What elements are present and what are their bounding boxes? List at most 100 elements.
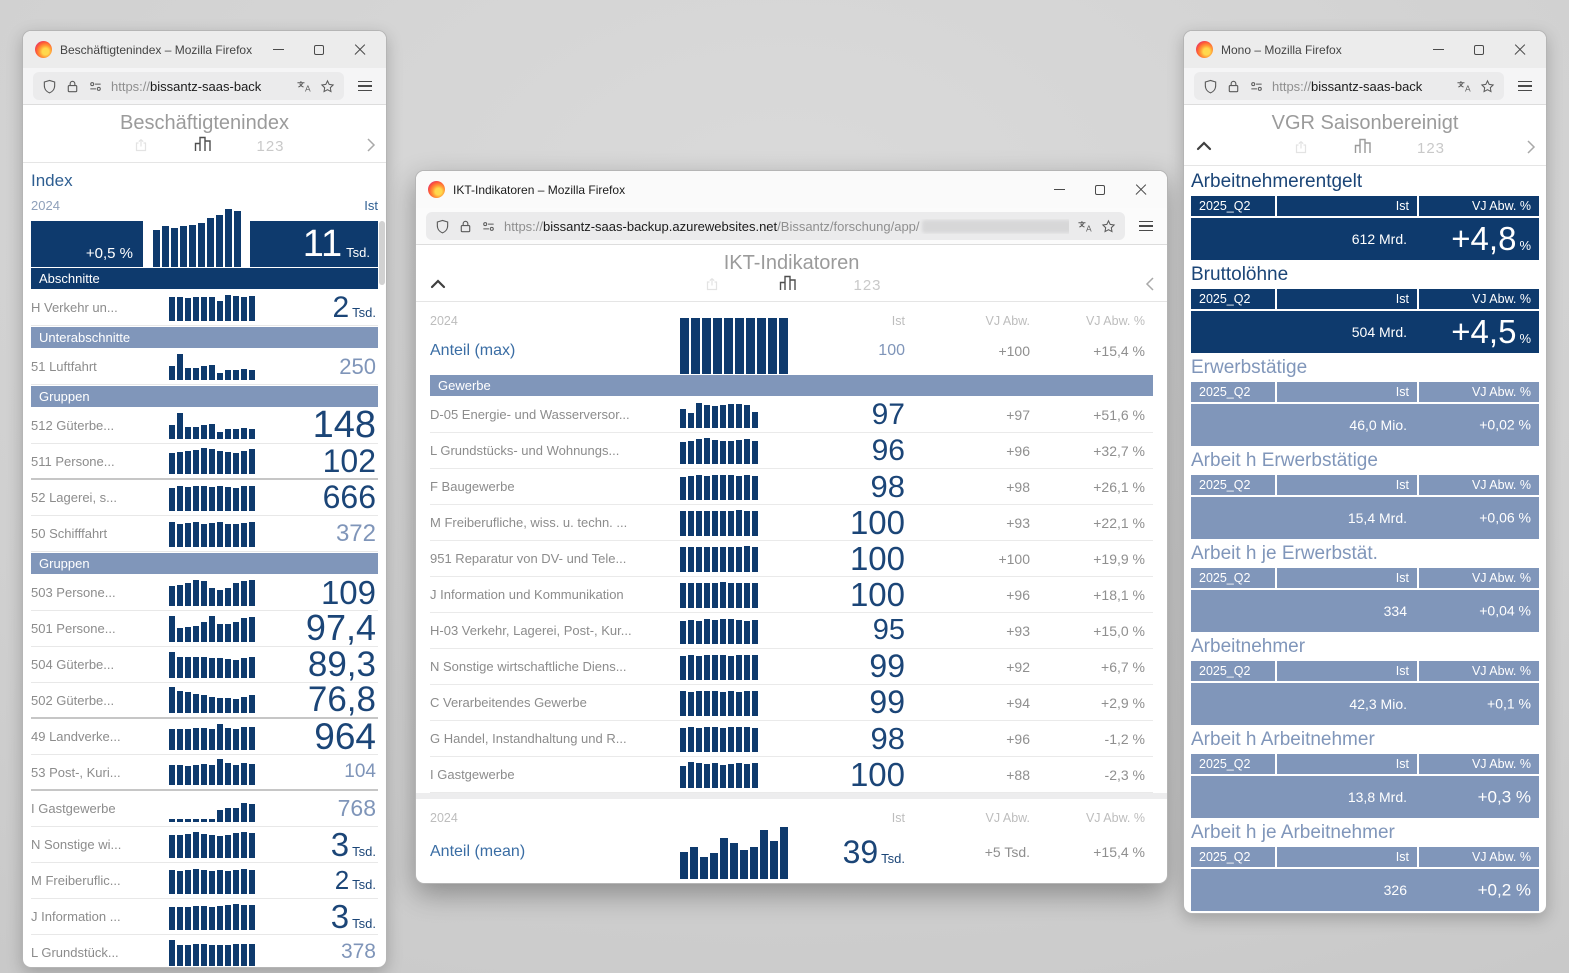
maximize-button[interactable] bbox=[1095, 185, 1105, 195]
kpi-header-band[interactable]: 2025_Q2IstVJ Abw. % bbox=[1191, 754, 1539, 774]
table-row[interactable]: 512 Güterbe...148 bbox=[31, 408, 378, 444]
table-row[interactable]: J Information ...3Tsd. bbox=[31, 899, 378, 935]
chart-view-icon[interactable] bbox=[193, 135, 213, 153]
kpi-header-band[interactable]: 2025_Q2IstVJ Abw. % bbox=[1191, 568, 1539, 588]
url-bar[interactable]: https://bissantz-saas-back A bbox=[33, 72, 344, 100]
table-row[interactable]: 503 Persone...109 bbox=[31, 575, 378, 611]
table-row[interactable]: 951 Reparatur von DV- und Tele...100+100… bbox=[430, 541, 1153, 577]
url-text[interactable]: https://bissantz-saas-backup.azurewebsit… bbox=[504, 219, 1069, 234]
table-row[interactable]: D-05 Energie- und Wasserversor...97+97+5… bbox=[430, 397, 1153, 433]
kpi-value-block[interactable]: 15,4 Mrd.+0,06 % bbox=[1191, 497, 1539, 539]
chevron-right-icon[interactable] bbox=[1526, 139, 1536, 155]
minimize-button[interactable] bbox=[273, 49, 284, 51]
url-text[interactable]: https://bissantz-saas-back bbox=[1272, 79, 1448, 94]
maximize-button[interactable] bbox=[1474, 45, 1484, 55]
url-bar[interactable]: https://bissantz-saas-backup.azurewebsit… bbox=[426, 212, 1125, 240]
table-row[interactable]: I Gastgewerbe100+88-2,3 % bbox=[430, 757, 1153, 793]
chart-view-icon[interactable] bbox=[778, 274, 798, 292]
permissions-icon[interactable] bbox=[88, 79, 103, 94]
translate-icon[interactable]: A bbox=[1077, 219, 1093, 234]
bookmark-star-icon[interactable] bbox=[1480, 79, 1495, 94]
minimize-button[interactable] bbox=[1054, 189, 1065, 191]
summary-row-mean[interactable]: Anteil (mean) 39Tsd. +5 Tsd. +15,4 % bbox=[430, 825, 1153, 879]
table-row[interactable]: 51 Luftfahrt250 bbox=[31, 349, 378, 385]
summary-row-max[interactable]: Anteil (max) 100 +100 +15,4 % bbox=[430, 328, 1153, 374]
kpi-header-band[interactable]: 2025_Q2IstVJ Abw. % bbox=[1191, 289, 1539, 309]
share-icon[interactable] bbox=[704, 276, 720, 292]
lock-icon[interactable] bbox=[1226, 79, 1241, 94]
section-band[interactable]: Unterabschnitte bbox=[31, 327, 378, 348]
menu-icon[interactable] bbox=[354, 77, 376, 96]
shield-icon[interactable] bbox=[1203, 79, 1218, 94]
kpi-header-band[interactable]: 2025_Q2IstVJ Abw. % bbox=[1191, 382, 1539, 402]
kpi-value-block[interactable]: 334+0,04 % bbox=[1191, 590, 1539, 632]
titlebar[interactable]: Mono – Mozilla Firefox bbox=[1184, 31, 1546, 68]
table-row[interactable]: L Grundstück...378 bbox=[31, 935, 378, 968]
minimize-button[interactable] bbox=[1433, 49, 1444, 51]
kpi-value-block[interactable]: 326+0,2 % bbox=[1191, 869, 1539, 911]
table-row[interactable]: M Freiberufliche, wiss. u. techn. ...100… bbox=[430, 505, 1153, 541]
table-row[interactable]: C Verarbeitendes Gewerbe99+94+2,9 % bbox=[430, 685, 1153, 721]
kpi-header-band[interactable]: 2025_Q2IstVJ Abw. % bbox=[1191, 847, 1539, 867]
table-row[interactable]: H Verkehr un...2Tsd. bbox=[31, 290, 378, 326]
kpi-value-block[interactable]: 13,8 Mrd.+0,3 % bbox=[1191, 776, 1539, 818]
bookmark-star-icon[interactable] bbox=[1101, 219, 1116, 234]
close-button[interactable] bbox=[354, 44, 366, 56]
table-row[interactable]: F Baugewerbe98+98+26,1 % bbox=[430, 469, 1153, 505]
table-row[interactable]: 53 Post-, Kuri...104 bbox=[31, 755, 378, 791]
close-button[interactable] bbox=[1135, 184, 1147, 196]
table-row[interactable]: 50 Schifffahrt372 bbox=[31, 516, 378, 552]
table-row[interactable]: I Gastgewerbe768 bbox=[31, 791, 378, 827]
kpi-value-block[interactable]: 46,0 Mio.+0,02 % bbox=[1191, 404, 1539, 446]
chevron-left-icon[interactable] bbox=[1145, 276, 1155, 292]
url-text[interactable]: https://bissantz-saas-back bbox=[111, 79, 288, 94]
share-icon[interactable] bbox=[133, 137, 149, 153]
lock-icon[interactable] bbox=[458, 219, 473, 234]
table-row[interactable]: J Information und Kommunikation100+96+18… bbox=[430, 577, 1153, 613]
section-band[interactable]: Abschnitte bbox=[31, 268, 378, 289]
numbers-view-icon[interactable]: 123 bbox=[1417, 140, 1445, 157]
table-row[interactable]: N Sonstige wirtschaftliche Diens...99+92… bbox=[430, 649, 1153, 685]
numbers-view-icon[interactable]: 123 bbox=[257, 138, 285, 155]
table-row[interactable]: H-03 Verkehr, Lagerei, Post-, Kur...95+9… bbox=[430, 613, 1153, 649]
table-row[interactable]: G Handel, Instandhaltung und R...98+96-1… bbox=[430, 721, 1153, 757]
menu-icon[interactable] bbox=[1514, 77, 1536, 96]
chart-view-icon[interactable] bbox=[1353, 137, 1373, 155]
kpi-header-band[interactable]: 2025_Q2IstVJ Abw. % bbox=[1191, 661, 1539, 681]
kpi-header-band[interactable]: 2025_Q2IstVJ Abw. % bbox=[1191, 196, 1539, 216]
permissions-icon[interactable] bbox=[1249, 79, 1264, 94]
chevron-up-icon[interactable] bbox=[1196, 141, 1212, 151]
scrollbar-thumb[interactable] bbox=[379, 221, 385, 285]
table-row[interactable]: L Grundstücks- und Wohnungs...96+96+32,7… bbox=[430, 433, 1153, 469]
table-row[interactable]: 502 Güterbe...76,8 bbox=[31, 683, 378, 719]
maximize-button[interactable] bbox=[314, 45, 324, 55]
bookmark-star-icon[interactable] bbox=[320, 79, 335, 94]
titlebar[interactable]: IKT-Indikatoren – Mozilla Firefox bbox=[416, 171, 1167, 208]
permissions-icon[interactable] bbox=[481, 219, 496, 234]
share-icon[interactable] bbox=[1293, 139, 1309, 155]
shield-icon[interactable] bbox=[435, 219, 450, 234]
table-row[interactable]: 49 Landverke...964 bbox=[31, 719, 378, 755]
shield-icon[interactable] bbox=[42, 79, 57, 94]
index-hero-row[interactable]: +0,5 % 11 Tsd. bbox=[31, 215, 378, 267]
table-row[interactable]: 52 Lagerei, s...666 bbox=[31, 480, 378, 516]
table-row[interactable]: M Freiberuflic...2Tsd. bbox=[31, 863, 378, 899]
translate-icon[interactable]: A bbox=[1456, 79, 1472, 94]
kpi-value-block[interactable]: 42,3 Mio.+0,1 % bbox=[1191, 683, 1539, 725]
numbers-view-icon[interactable]: 123 bbox=[854, 277, 882, 294]
section-band-gewerbe[interactable]: Gewerbe bbox=[430, 375, 1153, 396]
table-row[interactable]: 511 Persone...102 bbox=[31, 444, 378, 480]
menu-icon[interactable] bbox=[1135, 217, 1157, 236]
kpi-header-band[interactable]: 2025_Q2IstVJ Abw. % bbox=[1191, 475, 1539, 495]
close-button[interactable] bbox=[1514, 44, 1526, 56]
chevron-right-icon[interactable] bbox=[366, 137, 376, 153]
table-row[interactable]: N Sonstige wi...3Tsd. bbox=[31, 827, 378, 863]
url-bar[interactable]: https://bissantz-saas-back A bbox=[1194, 72, 1504, 100]
chevron-up-icon[interactable] bbox=[430, 279, 446, 289]
kpi-value-block[interactable]: 612 Mrd.+4,8% bbox=[1191, 218, 1539, 260]
table-row[interactable]: 504 Güterbe...89,3 bbox=[31, 647, 378, 683]
lock-icon[interactable] bbox=[65, 79, 80, 94]
translate-icon[interactable]: A bbox=[296, 79, 312, 94]
titlebar[interactable]: Beschäftigtenindex – Mozilla Firefox bbox=[23, 31, 386, 68]
table-row[interactable]: 501 Persone...97,4 bbox=[31, 611, 378, 647]
